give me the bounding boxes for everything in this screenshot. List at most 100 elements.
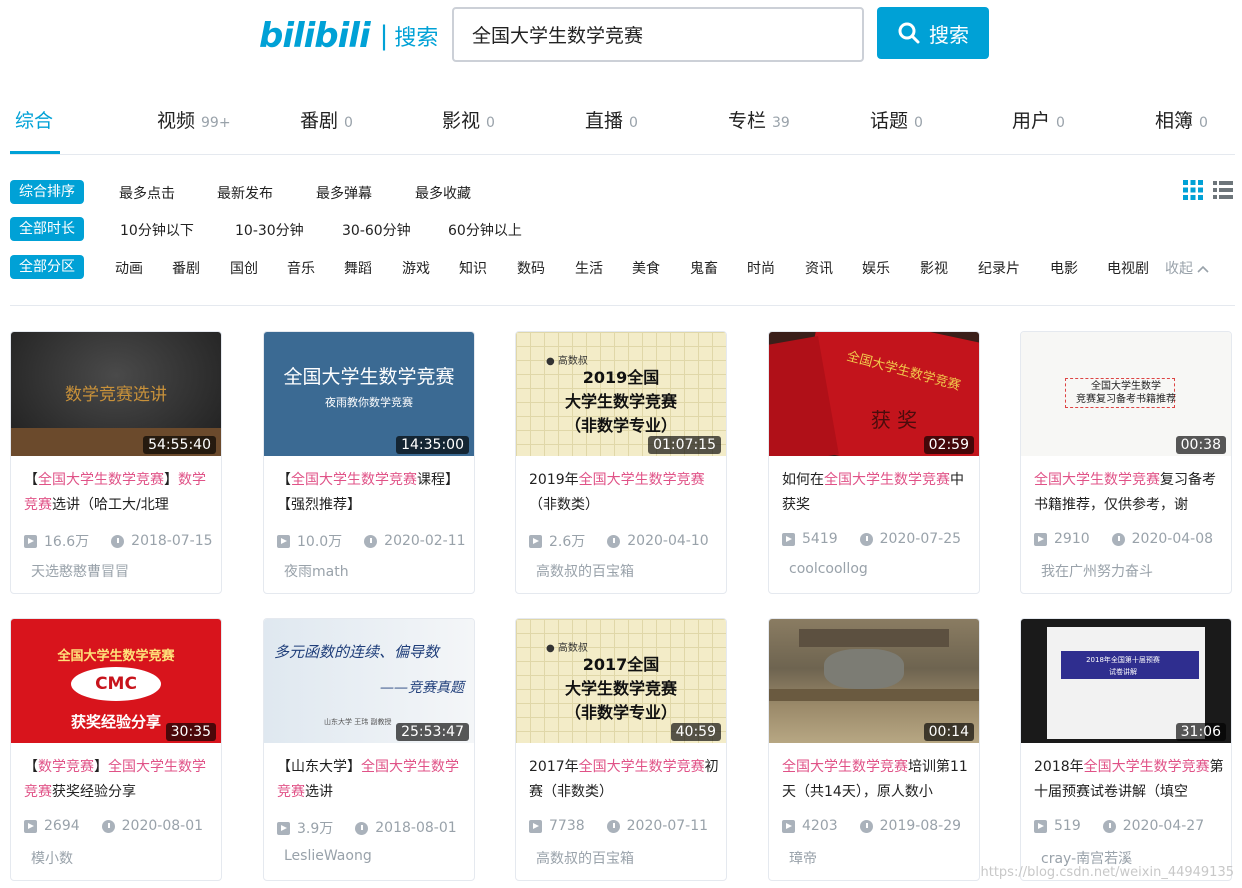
title-text: 【 <box>24 759 38 775</box>
list-view-icon[interactable] <box>1213 180 1233 200</box>
video-card[interactable]: ● 高数叔 2017全国 大学生数学竞赛 （非数学专业） 40:59 2017年全国大学生… <box>515 618 727 881</box>
zone-option[interactable]: 时尚 <box>747 258 775 278</box>
zone-option[interactable]: 美食 <box>632 258 660 278</box>
duration-option[interactable]: 30-60分钟 <box>342 220 411 240</box>
duration-filter-row: 全部时长 10分钟以下 10-30分钟 30-60分钟 60分钟以上 <box>10 216 710 242</box>
duration-option[interactable]: 10-30分钟 <box>235 220 304 240</box>
video-title[interactable]: 【数学竞赛】全国大学生数学竞赛获奖经验分享 <box>24 755 214 807</box>
duration-option[interactable]: 10分钟以下 <box>120 220 194 240</box>
view-count: 16.6万 <box>24 531 89 551</box>
video-card[interactable]: ● 高数叔 2019全国 大学生数学竞赛 （非数学专业） 01:07:15 2019年全国… <box>515 331 727 594</box>
video-thumbnail[interactable]: 全国大学生数学竞赛 夜雨教你数学竞赛 14:35:00 <box>264 332 474 456</box>
duration-option[interactable]: 60分钟以上 <box>448 220 522 240</box>
video-title[interactable]: 2018年全国大学生数学竞赛第十届预赛试卷讲解（填空 <box>1034 755 1224 807</box>
tab-album[interactable]: 相簿 0 <box>1155 106 1208 133</box>
uploader[interactable]: 模小数 <box>24 848 73 868</box>
title-text: （非数类） <box>529 497 599 513</box>
uploader[interactable]: 夜雨math <box>277 561 349 581</box>
zone-filter-row: 全部分区 动画 番剧 国创 音乐 舞蹈 游戏 知识 数码 生活 美食 鬼畜 时尚… <box>10 254 1235 280</box>
zone-option[interactable]: 生活 <box>575 258 603 278</box>
video-thumbnail[interactable]: ● 高数叔 2019全国 大学生数学竞赛 （非数学专业） 01:07:15 <box>516 332 726 456</box>
video-thumbnail[interactable]: ● 高数叔 2017全国 大学生数学竞赛 （非数学专业） 40:59 <box>516 619 726 743</box>
zone-option[interactable]: 音乐 <box>287 258 315 278</box>
zone-option[interactable]: 纪录片 <box>978 258 1020 278</box>
tab-topic[interactable]: 话题 0 <box>870 106 923 133</box>
video-card[interactable]: 2018年全国第十届预赛 试卷讲解 31:06 2018年全国大学生数学竞赛第十届预赛… <box>1020 618 1232 881</box>
video-title[interactable]: 【全国大学生数学竞赛课程】【强烈推荐】 <box>277 468 467 520</box>
zone-option[interactable]: 数码 <box>517 258 545 278</box>
zone-option[interactable]: 国创 <box>230 258 258 278</box>
clock-icon <box>859 819 873 833</box>
zone-filter-active[interactable]: 全部分区 <box>10 255 84 279</box>
tab-film[interactable]: 影视 0 <box>442 106 495 133</box>
bilibili-logo[interactable]: bilibili | 搜索 <box>259 16 438 56</box>
zone-option[interactable]: 知识 <box>459 258 487 278</box>
video-card[interactable]: 全国大学生数学竞赛获 奖 02:59 如何在全国大学生数学竞赛中获奖 5419 2020… <box>768 331 980 594</box>
zone-option[interactable]: 电视剧 <box>1107 258 1149 278</box>
video-thumbnail[interactable]: 数学竞赛选讲 54:55:40 <box>11 332 221 456</box>
tab-bangumi[interactable]: 番剧 0 <box>300 106 353 133</box>
view-count-text: 2910 <box>1054 531 1090 547</box>
sort-option[interactable]: 最多收藏 <box>415 183 471 203</box>
tab-live[interactable]: 直播 0 <box>585 106 638 133</box>
zone-option[interactable]: 游戏 <box>402 258 430 278</box>
zone-option[interactable]: 动画 <box>115 258 143 278</box>
search-button[interactable]: 搜索 <box>877 7 989 59</box>
video-thumbnail[interactable]: 2018年全国第十届预赛 试卷讲解 31:06 <box>1021 619 1231 743</box>
title-keyword-highlight: 全国大学生数学竞赛 <box>1083 759 1210 775</box>
duration-filter-active[interactable]: 全部时长 <box>10 217 84 241</box>
video-title[interactable]: 【全国大学生数学竞赛】数学竞赛选讲（哈工大/北理 <box>24 468 214 520</box>
video-title[interactable]: 如何在全国大学生数学竞赛中获奖 <box>782 468 972 520</box>
video-title[interactable]: 【山东大学】全国大学生数学竞赛选讲 <box>277 755 467 807</box>
uploader[interactable]: LeslieWaong <box>277 848 372 864</box>
view-count: 4203 <box>782 818 838 834</box>
zone-option[interactable]: 电影 <box>1050 258 1078 278</box>
zone-option[interactable]: 影视 <box>920 258 948 278</box>
video-card[interactable]: 全国大学生数学竞赛 夜雨教你数学竞赛 14:35:00 【全国大学生数学竞赛课程】【强… <box>263 331 475 594</box>
sort-filter-active[interactable]: 综合排序 <box>10 180 84 204</box>
tab-article[interactable]: 专栏 39 <box>728 106 790 133</box>
uploader[interactable]: 璋帝 <box>782 848 817 868</box>
video-card[interactable]: 数学竞赛选讲 54:55:40 【全国大学生数学竞赛】数学竞赛选讲（哈工大/北理 16… <box>10 331 222 594</box>
video-card[interactable]: 全国大学生数学 竞赛复习备考书籍推荐 00:38 全国大学生数学竞赛复习备考书籍推荐，… <box>1020 331 1232 594</box>
upload-date: 2020-08-01 <box>101 818 203 834</box>
video-title[interactable]: 2017年全国大学生数学竞赛初赛（非数类） <box>529 755 719 807</box>
uploader[interactable]: 天选憨憨曹冒冒 <box>24 561 129 581</box>
tab-user[interactable]: 用户 0 <box>1012 106 1065 133</box>
zone-option[interactable]: 娱乐 <box>862 258 890 278</box>
tab-video[interactable]: 视频 99+ <box>157 106 231 133</box>
video-title[interactable]: 2019年全国大学生数学竞赛 （非数类） <box>529 468 719 520</box>
uploader[interactable]: 我在广州努力奋斗 <box>1034 561 1153 581</box>
grid-view-icon[interactable] <box>1183 180 1203 200</box>
sort-option[interactable]: 最多点击 <box>119 183 175 203</box>
logo-brand: bilibili <box>259 16 371 56</box>
zone-option[interactable]: 舞蹈 <box>344 258 372 278</box>
video-thumbnail[interactable]: 全国大学生数学竞赛获 奖 02:59 <box>769 332 979 456</box>
video-title[interactable]: 全国大学生数学竞赛培训第11天（共14天），原人数小 <box>782 755 972 807</box>
play-count-icon <box>1034 532 1047 546</box>
sort-option[interactable]: 最多弹幕 <box>316 183 372 203</box>
tab-all[interactable]: 综合 <box>15 106 53 133</box>
zone-option[interactable]: 资讯 <box>805 258 833 278</box>
video-thumbnail[interactable]: 全国大学生数学 竞赛复习备考书籍推荐 00:38 <box>1021 332 1231 456</box>
upload-date: 2020-04-27 <box>1102 818 1204 834</box>
title-keyword-highlight: 全国大学生数学竞赛 <box>38 472 164 488</box>
search-input[interactable] <box>472 9 852 60</box>
uploader[interactable]: coolcoollog <box>782 561 868 577</box>
video-card[interactable]: 00:14 全国大学生数学竞赛培训第11天（共14天），原人数小 4203 2019-… <box>768 618 980 881</box>
video-thumbnail[interactable]: 00:14 <box>769 619 979 743</box>
uploader[interactable]: 高数叔的百宝箱 <box>529 848 634 868</box>
sort-option[interactable]: 最新发布 <box>217 183 273 203</box>
duration-badge: 25:53:47 <box>396 723 469 741</box>
uploader-name: 高数叔的百宝箱 <box>536 851 634 867</box>
collapse-toggle[interactable]: 收起 <box>1165 258 1210 278</box>
video-title[interactable]: 全国大学生数学竞赛复习备考书籍推荐，仅供参考，谢 <box>1034 468 1224 520</box>
zone-option[interactable]: 鬼畜 <box>690 258 718 278</box>
video-thumbnail[interactable]: 多元函数的连续、偏导数 ——竞赛真题 山东大学 王玮 副教授 25:53:47 <box>264 619 474 743</box>
video-card[interactable]: 多元函数的连续、偏导数 ——竞赛真题 山东大学 王玮 副教授 25:53:47 【山东大… <box>263 618 475 881</box>
video-card[interactable]: 全国大学生数学竞赛 CMC 获奖经验分享 30:35 【数学竞赛】全国大学生数学竞赛获奖… <box>10 618 222 881</box>
clock-icon <box>355 821 369 835</box>
video-thumbnail[interactable]: 全国大学生数学竞赛 CMC 获奖经验分享 30:35 <box>11 619 221 743</box>
zone-option[interactable]: 番剧 <box>172 258 200 278</box>
uploader[interactable]: 高数叔的百宝箱 <box>529 561 634 581</box>
